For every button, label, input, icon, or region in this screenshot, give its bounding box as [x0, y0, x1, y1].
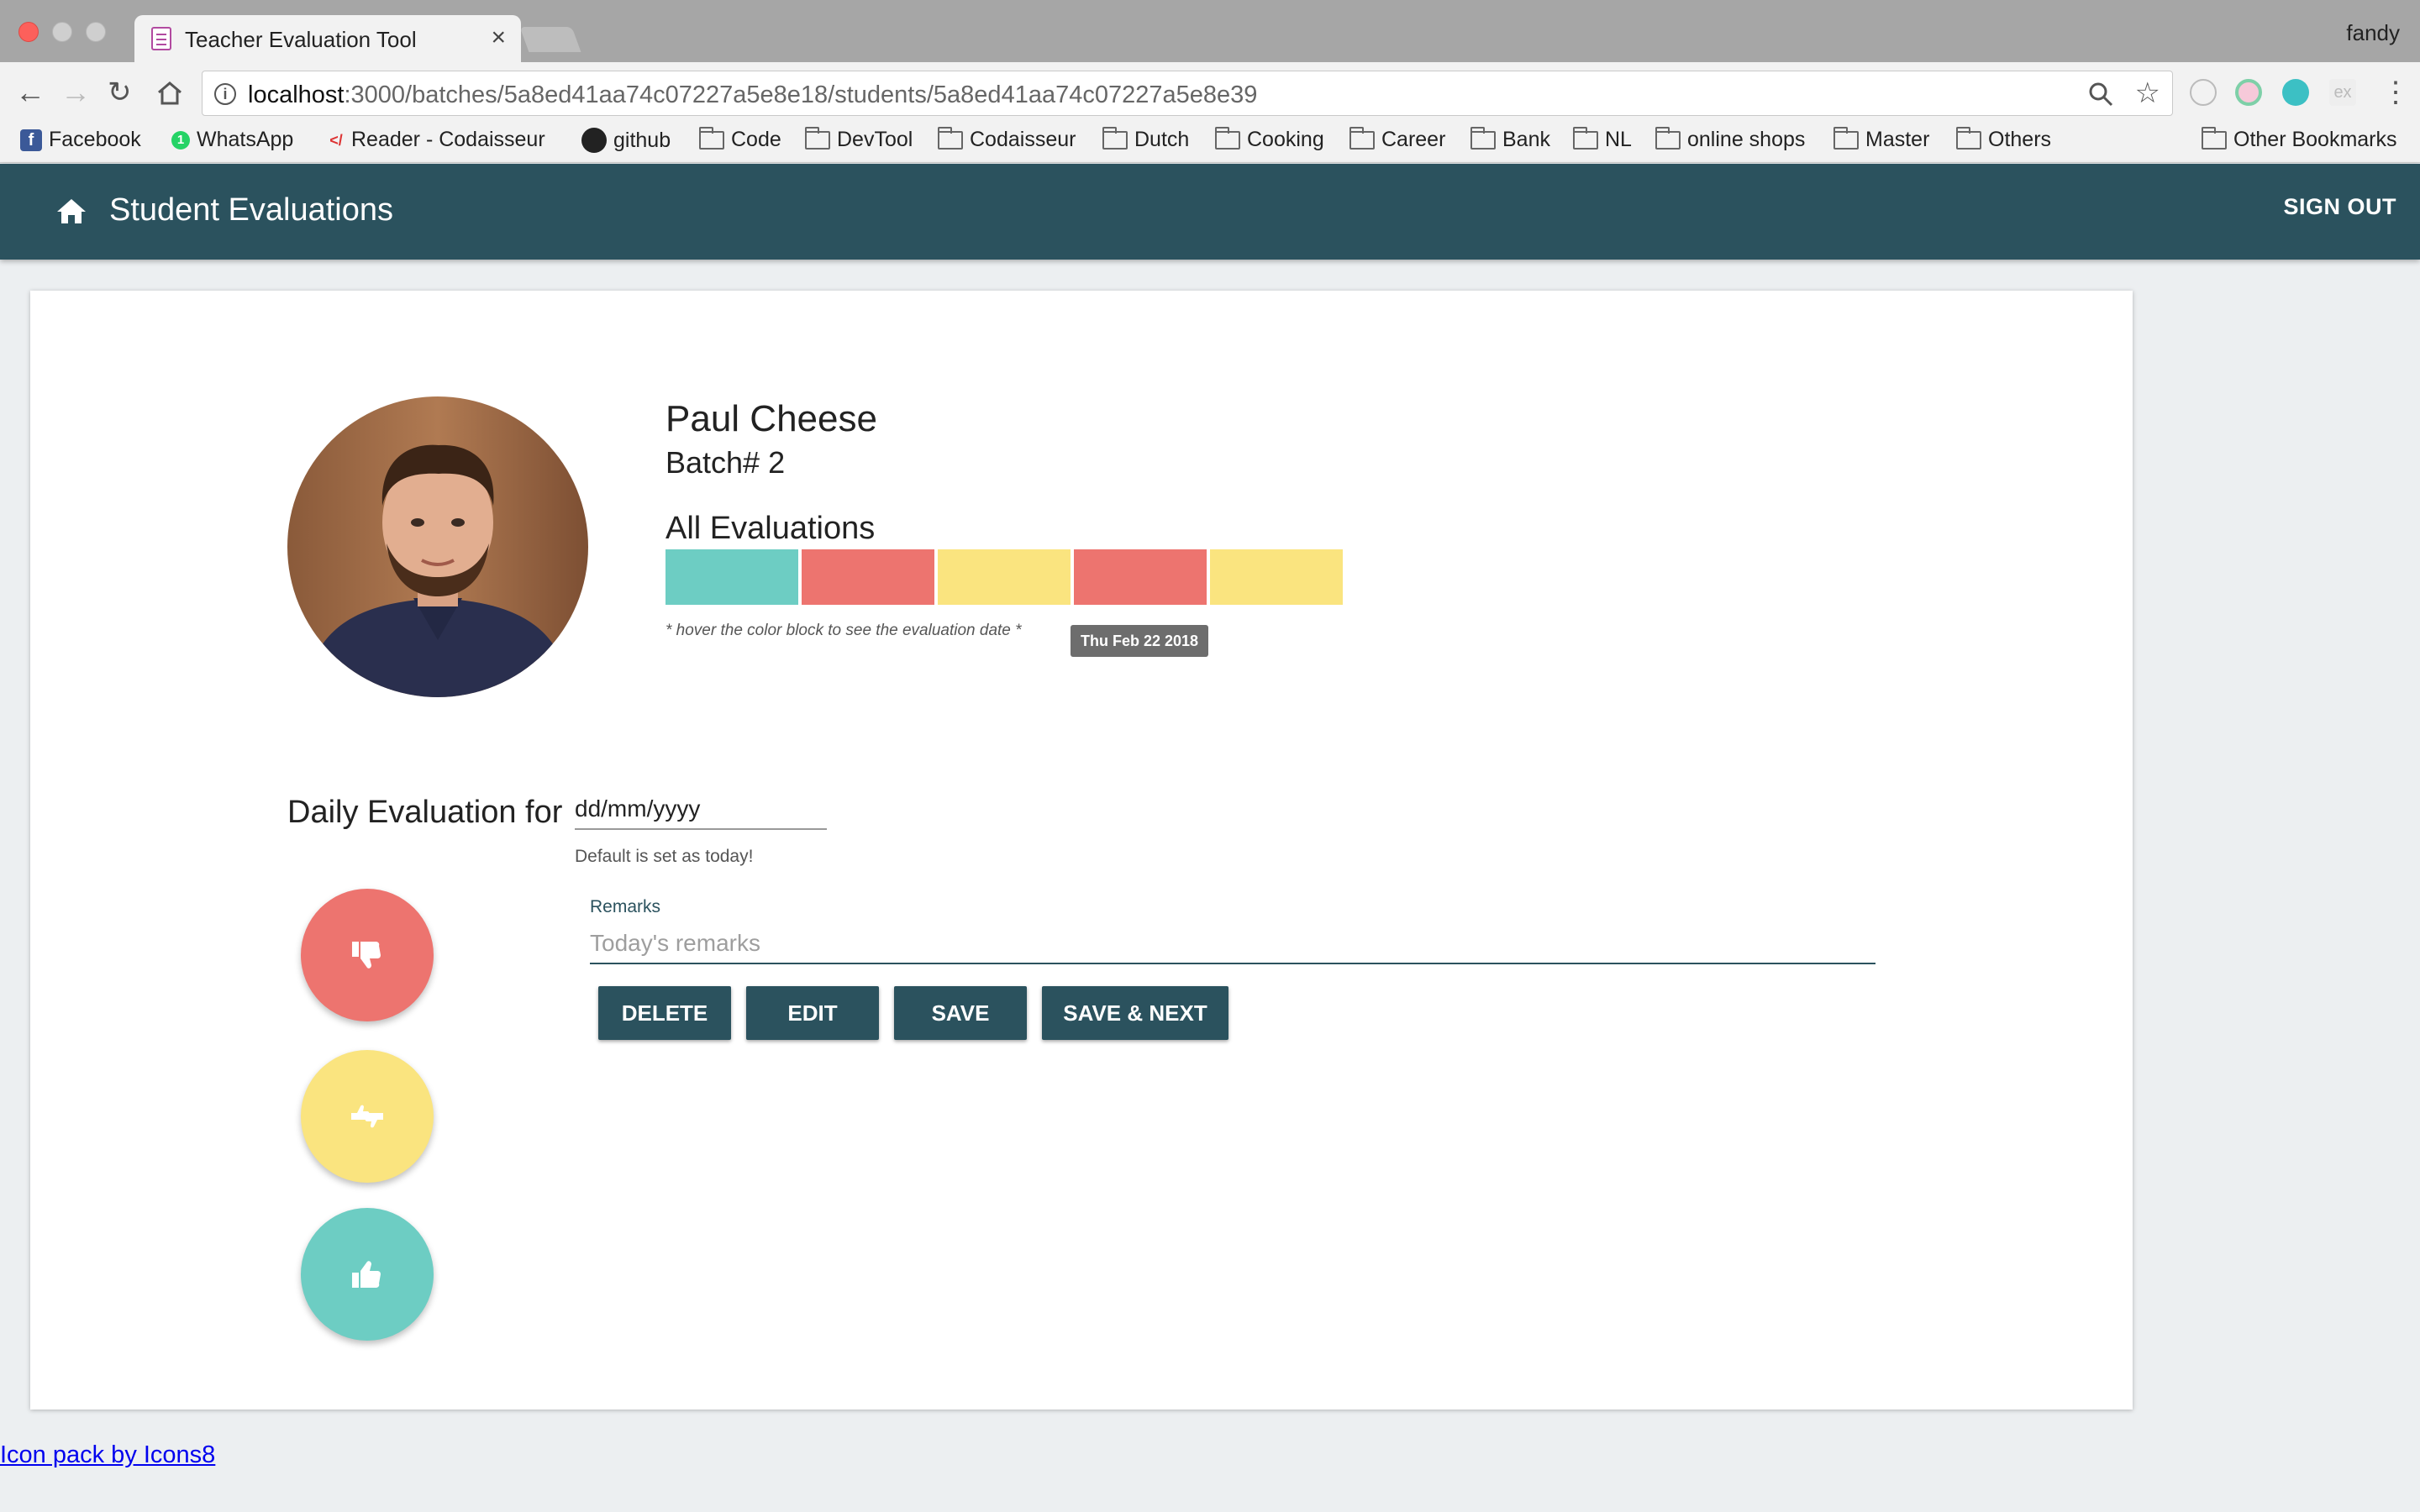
student-avatar [287, 396, 588, 697]
bookmark-folder-career[interactable]: Career [1349, 126, 1445, 152]
bookmark-folder-nl[interactable]: NL [1573, 126, 1632, 152]
student-name: Paul Cheese [666, 398, 877, 439]
bookmark-folder-master[interactable]: Master [1833, 126, 1929, 152]
bookmark-github[interactable]: github [581, 128, 671, 153]
all-evaluations-title: All Evaluations [666, 511, 876, 546]
sign-out-button[interactable]: SIGN OUT [2283, 194, 2396, 220]
bookmark-reader-codaisseur[interactable]: </Reader - Codaisseur [328, 128, 544, 152]
evaluation-block[interactable] [666, 549, 798, 605]
window-minimize-dot[interactable] [52, 22, 72, 42]
url-text[interactable]: localhost:3000/batches/5a8ed41aa74c07227… [248, 81, 1257, 109]
folder-icon [699, 126, 724, 150]
thumbs-up-icon [352, 1261, 381, 1288]
browser-tab-active[interactable]: Teacher Evaluation Tool × [134, 15, 521, 62]
evaluation-block[interactable] [1210, 549, 1343, 605]
bookmark-other-bookmarks[interactable]: Other Bookmarks [2202, 126, 2397, 152]
folder-icon [1956, 126, 1981, 150]
save-and-next-button[interactable]: SAVE & NEXT [1042, 986, 1228, 1040]
evaluation-date-tooltip: Thu Feb 22 2018 [1071, 625, 1208, 657]
thumbs-down-icon [352, 942, 381, 969]
student-photo [287, 396, 588, 697]
home-browser-icon[interactable] [156, 81, 183, 106]
new-tab-button[interactable] [519, 27, 581, 52]
clipboard-icon [151, 27, 171, 50]
info-icon[interactable]: i [214, 83, 236, 105]
bookmark-folder-devtool[interactable]: DevTool [805, 126, 913, 152]
extension-icon[interactable] [2190, 79, 2217, 106]
hover-hint: * hover the color block to see the evalu… [666, 622, 1022, 639]
bookmark-star-icon[interactable]: ☆ [2135, 76, 2160, 110]
student-batch: Batch# 2 [666, 445, 786, 480]
browser-titlebar: Teacher Evaluation Tool × fandy [0, 0, 2420, 62]
forward-arrow-icon[interactable]: → [60, 76, 91, 109]
folder-icon [1573, 126, 1598, 150]
folder-icon [1215, 126, 1240, 150]
evaluation-block[interactable] [938, 549, 1071, 605]
red-rating-button[interactable] [301, 889, 434, 1021]
student-evaluation-card: Paul Cheese Batch# 2 All Evaluations * h… [30, 291, 2133, 1410]
zoom-icon[interactable] [2088, 81, 2113, 107]
bookmark-folder-cooking[interactable]: Cooking [1215, 126, 1324, 152]
profile-name[interactable]: fandy [2346, 20, 2400, 46]
back-arrow-icon[interactable]: ← [15, 76, 45, 109]
extension-ex-icon[interactable]: ex [2329, 79, 2356, 106]
evaluation-history [666, 549, 1343, 605]
window-zoom-dot[interactable] [86, 22, 106, 42]
home-icon[interactable] [55, 197, 87, 224]
github-icon [581, 128, 607, 153]
bookmark-whatsapp[interactable]: 1 WhatsApp [171, 128, 293, 152]
bookmarks-bar: f Facebook 1 WhatsApp </Reader - Codaisseu… [0, 124, 2420, 163]
evaluation-block[interactable] [802, 549, 934, 605]
folder-icon [805, 126, 830, 150]
extension-color-icon[interactable] [2235, 79, 2262, 106]
browser-menu-icon[interactable]: ⋮ [2381, 76, 2410, 109]
remarks-label: Remarks [590, 897, 661, 916]
reload-icon[interactable]: ↻ [108, 76, 132, 109]
folder-icon [938, 126, 963, 150]
bookmark-folder-bank[interactable]: Bank [1470, 126, 1550, 152]
whatsapp-icon: 1 [171, 130, 190, 150]
bookmark-folder-online-shops[interactable]: online shops [1655, 126, 1805, 152]
address-bar[interactable]: i localhost:3000/batches/5a8ed41aa74c072… [202, 71, 2173, 116]
date-input[interactable] [575, 790, 827, 830]
reader-icon: </ [329, 131, 343, 149]
folder-icon [1833, 126, 1859, 150]
folder-icon [1470, 126, 1496, 150]
bookmark-folder-others[interactable]: Others [1956, 126, 2051, 152]
browser-toolbar: ← → ↻ i localhost:3000/batches/5a8ed41aa… [0, 62, 2420, 124]
facebook-icon: f [20, 129, 42, 151]
bookmark-facebook[interactable]: f Facebook [20, 128, 141, 152]
app-bar: Student Evaluations SIGN OUT [0, 164, 2420, 260]
bookmark-folder-codaisseur[interactable]: Codaisseur [938, 126, 1076, 152]
extension-m-icon[interactable] [2282, 79, 2309, 106]
yellow-rating-button[interactable] [301, 1050, 434, 1183]
bookmark-folder-code[interactable]: Code [699, 126, 781, 152]
app-title[interactable]: Student Evaluations [109, 192, 393, 228]
daily-evaluation-label: Daily Evaluation for [287, 795, 563, 830]
delete-button[interactable]: DELETE [598, 986, 731, 1040]
remarks-input[interactable] [590, 924, 1876, 964]
bookmark-folder-dutch[interactable]: Dutch [1102, 126, 1189, 152]
green-rating-button[interactable] [301, 1208, 434, 1341]
folder-icon [1349, 126, 1375, 150]
tab-close-icon[interactable]: × [491, 24, 506, 52]
folder-icon [2202, 126, 2227, 150]
window-close-dot[interactable] [18, 22, 39, 42]
folder-icon [1655, 126, 1681, 150]
icons8-credit-link[interactable]: Icon pack by Icons8 [0, 1441, 215, 1469]
edit-button[interactable]: EDIT [746, 986, 879, 1040]
save-button[interactable]: SAVE [894, 986, 1027, 1040]
tab-title: Teacher Evaluation Tool [185, 27, 417, 52]
thumbs-sideways-icon [351, 1105, 383, 1128]
folder-icon [1102, 126, 1128, 150]
evaluation-block[interactable] [1074, 549, 1207, 605]
date-helper-text: Default is set as today! [575, 847, 754, 866]
